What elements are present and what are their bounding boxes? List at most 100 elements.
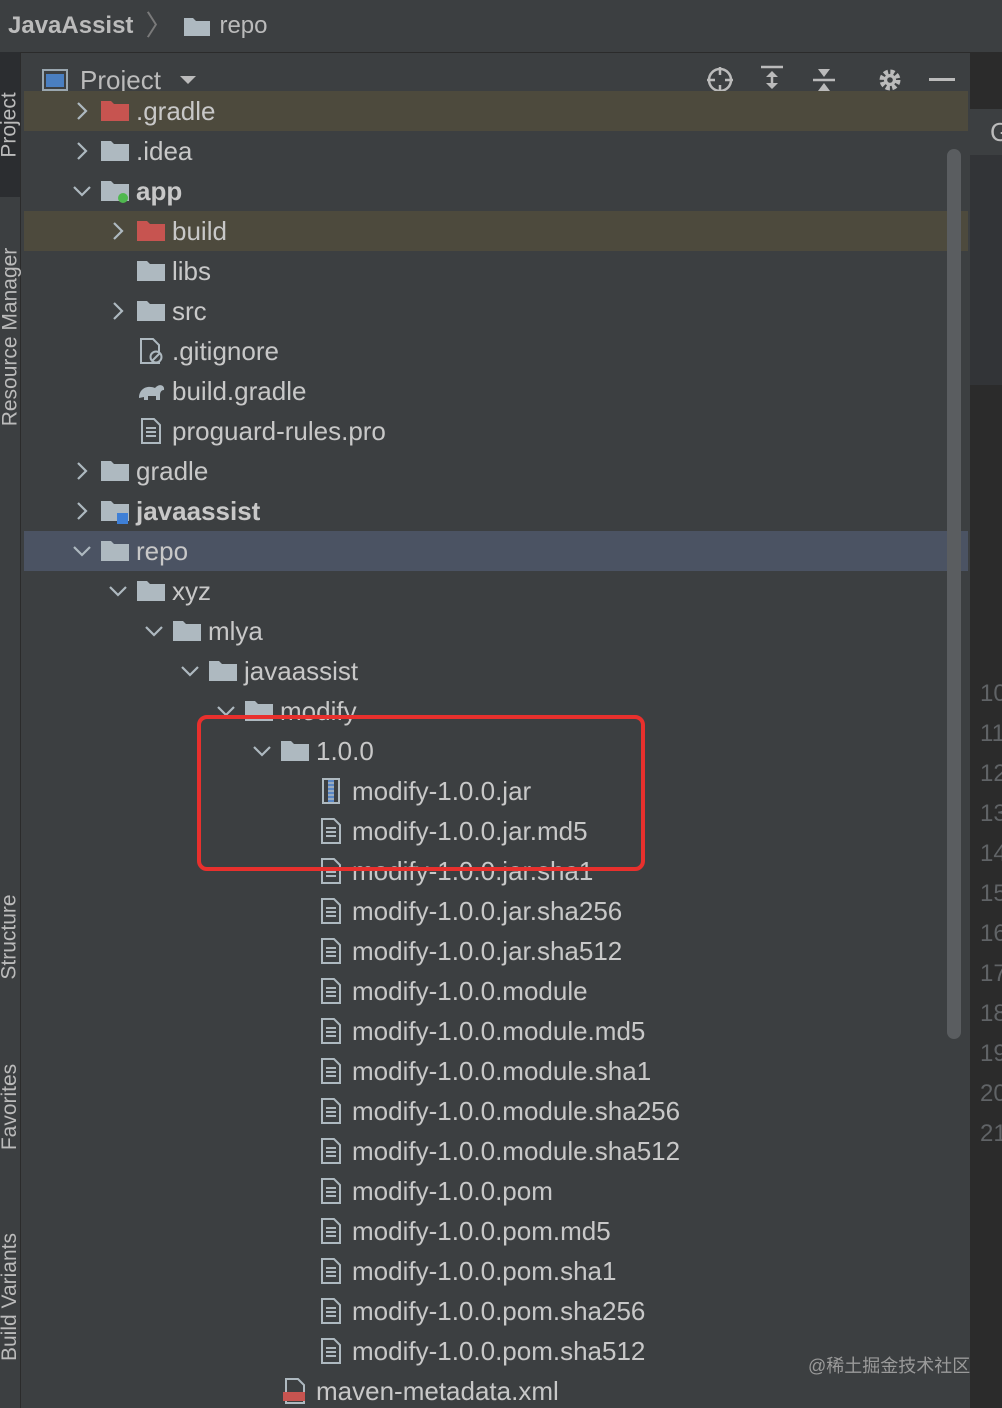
tree-row[interactable]: build (24, 211, 968, 251)
tab-structure[interactable]: Structure (0, 867, 21, 1007)
tree-row[interactable]: .idea (24, 131, 968, 171)
tree-row[interactable]: build.gradle (24, 371, 968, 411)
chevron-right-icon[interactable] (106, 219, 130, 243)
line-number: 15 (980, 880, 1002, 907)
xml-file-icon (280, 1378, 310, 1404)
chevron-down-icon[interactable] (70, 179, 94, 203)
no-arrow (286, 1219, 310, 1243)
tree-row-label: javaassist (136, 495, 261, 526)
tree-row[interactable]: modify-1.0.0.module (24, 971, 968, 1011)
tree-row[interactable]: javaassist (24, 651, 968, 691)
line-number: 10 (980, 680, 1002, 707)
tree-row[interactable]: gradle (24, 451, 968, 491)
tree-row[interactable]: modify-1.0.0.module.sha256 (24, 1091, 968, 1131)
tab-resource-manager[interactable]: Resource Manager (0, 222, 21, 452)
folder-icon (136, 298, 166, 324)
tree-row[interactable]: xyz (24, 571, 968, 611)
chevron-down-icon[interactable] (178, 659, 202, 683)
tree-row-label: libs (172, 255, 212, 286)
breadcrumb-project[interactable]: JavaAssist (8, 12, 133, 40)
text-file-icon (316, 978, 346, 1004)
watermark: @稀土掘金技术社区 (808, 1356, 971, 1376)
tree-row[interactable]: src (24, 291, 968, 331)
tree-row-label: javaassist (244, 655, 359, 686)
tab-build-variants-label: Build Variants (0, 1232, 22, 1362)
tree-row[interactable]: libs (24, 251, 968, 291)
tree-row-label: modify-1.0.0.module.sha512 (352, 1135, 681, 1166)
breadcrumb-separator: 〉 (145, 10, 174, 41)
highlight-box (197, 715, 645, 871)
chevron-right-icon[interactable] (70, 499, 94, 523)
folder-icon (184, 18, 211, 36)
no-arrow (106, 339, 130, 363)
tree-row-label: .gitignore (172, 335, 279, 366)
line-number: 16 (980, 920, 1002, 947)
tree-row-label: modify-1.0.0.pom.sha512 (352, 1335, 646, 1366)
breadcrumb-repo[interactable]: repo (183, 12, 268, 40)
tree-row-label: modify-1.0.0.module.md5 (352, 1015, 646, 1046)
no-arrow (286, 1299, 310, 1323)
chevron-down-icon[interactable] (179, 74, 197, 86)
tree-row[interactable]: modify-1.0.0.pom.sha256 (24, 1291, 968, 1331)
tree-row[interactable]: modify-1.0.0.jar.sha512 (24, 931, 968, 971)
tab-favorites-label: Favorites (0, 1063, 22, 1151)
chevron-right-icon[interactable] (70, 99, 94, 123)
tree-row-label: modify-1.0.0.pom.md5 (352, 1215, 611, 1246)
text-file-icon (316, 938, 346, 964)
tree-row-label: mlya (208, 615, 263, 646)
tree-row[interactable]: modify-1.0.0.pom.sha1 (24, 1251, 968, 1291)
no-arrow (106, 379, 130, 403)
text-file-icon (316, 1258, 346, 1284)
folder-icon (172, 618, 202, 644)
text-file-icon (316, 1218, 346, 1244)
tree-row-label: proguard-rules.pro (172, 415, 386, 446)
tree-row[interactable]: .gitignore (24, 331, 968, 371)
no-arrow (286, 979, 310, 1003)
chevron-right-icon[interactable] (106, 299, 130, 323)
tree-row[interactable]: modify-1.0.0.module.sha1 (24, 1051, 968, 1091)
tree-row-label: maven-metadata.xml (316, 1375, 559, 1406)
tree-row[interactable]: modify-1.0.0.module.md5 (24, 1011, 968, 1051)
tree-scrollbar[interactable] (947, 149, 961, 1039)
no-arrow (286, 899, 310, 923)
chevron-right-icon[interactable] (70, 459, 94, 483)
tree-row[interactable]: proguard-rules.pro (24, 411, 968, 451)
line-number: 14 (980, 840, 1002, 867)
tree-row[interactable]: modify-1.0.0.pom (24, 1171, 968, 1211)
tree-row[interactable]: repo (24, 531, 968, 571)
tree-row[interactable]: javaassist (24, 491, 968, 531)
folder-icon (136, 258, 166, 284)
chevron-down-icon[interactable] (106, 579, 130, 603)
tree-row-label: modify-1.0.0.module.sha1 (352, 1055, 652, 1086)
tab-project-label: Project (0, 91, 22, 158)
tree-row-label: .gradle (136, 95, 216, 126)
navigation-bar: JavaAssist 〉 repo (0, 0, 1002, 53)
folder-excluded-icon (136, 218, 166, 244)
folder-excluded-icon (100, 98, 130, 124)
folder-icon (208, 658, 238, 684)
line-number: 13 (980, 800, 1002, 827)
tab-favorites[interactable]: Favorites (0, 1037, 22, 1177)
tab-project[interactable]: Project (0, 52, 22, 197)
left-tool-window-bar: Project Resource Manager Structure Favor… (0, 52, 21, 1408)
chevron-right-icon[interactable] (70, 139, 94, 163)
tree-row[interactable]: modify-1.0.0.jar.sha256 (24, 891, 968, 931)
chevron-down-icon[interactable] (70, 539, 94, 563)
tree-row-label: build (172, 215, 227, 246)
no-arrow (286, 1339, 310, 1363)
tab-build-variants[interactable]: Build Variants (0, 1207, 22, 1387)
tree-row[interactable]: app (24, 171, 968, 211)
module-folder-icon (100, 498, 130, 524)
folder-icon (100, 138, 130, 164)
no-arrow (286, 1139, 310, 1163)
tree-row[interactable]: .gradle (24, 91, 968, 131)
tree-row-label: modify-1.0.0.module (352, 975, 588, 1006)
tree-row[interactable]: modify-1.0.0.module.sha512 (24, 1131, 968, 1171)
line-number: 12 (980, 760, 1002, 787)
editor-tab[interactable]: G (970, 109, 1002, 155)
no-arrow (286, 1059, 310, 1083)
tree-row[interactable]: mlya (24, 611, 968, 651)
chevron-down-icon[interactable] (142, 619, 166, 643)
line-number: 18 (980, 1000, 1002, 1027)
tree-row[interactable]: modify-1.0.0.pom.md5 (24, 1211, 968, 1251)
